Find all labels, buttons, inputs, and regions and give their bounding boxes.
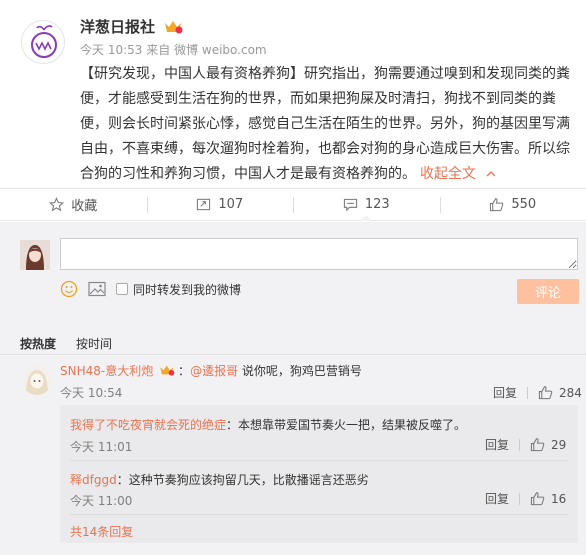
reply-thread: 我得了不吃夜宵就会死的绝症：本想靠带爱国节奏火一把，结果被反噬了。 今天 11:… xyxy=(60,405,578,543)
author-name-text[interactable]: 洋葱日报社 xyxy=(80,18,155,36)
comment-count: 123 xyxy=(364,197,390,212)
comment-sort-tabs: 按热度 按时间 xyxy=(20,335,132,352)
tab-sort-by-time[interactable]: 按时间 xyxy=(76,335,112,352)
divider xyxy=(0,354,586,355)
replier-name[interactable]: 我得了不吃夜宵就会死的绝症 xyxy=(70,418,226,432)
user-portrait-icon xyxy=(20,240,50,270)
comment-button[interactable]: 123 xyxy=(293,189,440,221)
post-body: 研究指出，狗需要通过嗅到和发现同类的粪便，才能感受到生活在狗的世界，而如果把狗屎… xyxy=(80,66,570,182)
composer-toolbar: 同时转发到我的微博 xyxy=(60,278,241,300)
divider xyxy=(519,438,521,451)
comment-ops: 回复 284 xyxy=(493,384,582,401)
reply-button[interactable]: 回复 xyxy=(493,384,517,401)
reply-ops: 回复 29 xyxy=(485,436,566,453)
view-all-replies-link[interactable]: 共14条回复 xyxy=(70,523,133,540)
comment-icon xyxy=(343,198,357,212)
comment-text: SNH48-意大利炮 ：@逶报哥 说你呢，狗鸡巴营销号 xyxy=(60,362,362,380)
reply-like-count: 29 xyxy=(551,437,567,452)
reply-text: ：本想靠带爱国节奏火一把，结果被反噬了。 xyxy=(226,418,467,432)
collapse-fulltext-link[interactable]: 收起全文 xyxy=(420,166,496,182)
thumbs-up-icon[interactable] xyxy=(530,437,545,452)
onion-logo-icon xyxy=(31,25,57,58)
mention-link[interactable]: @逶报哥 xyxy=(190,364,238,378)
like-button[interactable]: 550 xyxy=(439,189,586,220)
like-count: 550 xyxy=(511,197,537,212)
image-icon xyxy=(88,281,106,297)
comment-input[interactable] xyxy=(60,238,578,270)
commenter-avatar[interactable] xyxy=(22,365,52,395)
star-icon xyxy=(49,197,65,212)
tab-sort-by-hot[interactable]: 按热度 xyxy=(20,335,56,352)
anime-avatar-icon xyxy=(22,365,52,395)
author-avatar[interactable] xyxy=(21,20,65,64)
also-repost-checkbox[interactable] xyxy=(116,283,128,295)
chevron-up-icon xyxy=(486,171,496,177)
post-action-bar: 收藏 107 123 550 xyxy=(0,188,586,221)
reply-button[interactable]: 回复 xyxy=(485,490,509,507)
post-topic-tag: 【研究发现，中国人最有资格养狗】 xyxy=(80,66,304,82)
repost-count: 107 xyxy=(218,197,244,212)
reply-like-count: 16 xyxy=(551,491,567,506)
author-name[interactable]: 洋葱日报社 xyxy=(80,16,184,37)
also-repost-label[interactable]: 同时转发到我的微博 xyxy=(133,281,241,298)
submit-label[interactable]: 评论 xyxy=(535,282,561,301)
comment-time: 今天 10:54 xyxy=(60,386,123,400)
post-time[interactable]: 今天 10:53 xyxy=(80,43,142,57)
post-source[interactable]: 微博 weibo.com xyxy=(174,43,267,57)
post-meta: 今天 10:53 来自 微博 weibo.com xyxy=(80,41,267,58)
comment-body: 说你呢，狗鸡巴营销号 xyxy=(238,364,362,378)
reply-time: 今天 11:00 xyxy=(70,494,133,508)
thumbs-up-icon xyxy=(490,198,504,212)
divider xyxy=(70,460,568,461)
vip-badge-icon xyxy=(160,365,175,376)
divider xyxy=(70,514,568,515)
thumbs-up-icon[interactable] xyxy=(538,385,553,400)
verified-vip-icon xyxy=(165,21,183,34)
source-prefix: 来自 xyxy=(146,43,171,57)
repost-button[interactable]: 107 xyxy=(146,189,294,220)
reply-text: ：这种节奏狗应该拘留几天，比散播谣言还恶劣 xyxy=(116,473,369,487)
collapse-label[interactable]: 收起全文 xyxy=(420,166,476,182)
reply-time: 今天 11:01 xyxy=(70,440,133,454)
colon: ： xyxy=(178,364,191,378)
divider xyxy=(519,492,521,505)
current-user-avatar[interactable] xyxy=(20,240,50,270)
reply-item: 释dfggd：这种节奏狗应该拘留几天，比散播谣言还恶劣 xyxy=(70,471,369,488)
reply-button[interactable]: 回复 xyxy=(485,436,509,453)
submit-comment-button[interactable]: 评论 xyxy=(517,279,579,304)
replier-name[interactable]: 释dfggd xyxy=(70,473,117,487)
reply-ops: 回复 16 xyxy=(485,490,566,507)
divider xyxy=(527,386,529,399)
commenter-name[interactable]: SNH48-意大利炮 xyxy=(60,364,153,378)
image-upload-button[interactable] xyxy=(88,281,106,297)
comment-like-count: 284 xyxy=(559,385,582,400)
repost-icon xyxy=(197,198,211,211)
comments-section: 同时转发到我的微博 评论 按热度 按时间 SNH48-意大利炮 ：@逶报哥 说你… xyxy=(0,222,586,555)
emoji-button[interactable] xyxy=(60,280,78,298)
post-content: 【研究发现，中国人最有资格养狗】研究指出，狗需要通过嗅到和发现同类的粪便，才能感… xyxy=(80,62,574,187)
reply-item: 我得了不吃夜宵就会死的绝症：本想靠带爱国节奏火一把，结果被反噬了。 xyxy=(70,416,466,433)
weibo-post: 洋葱日报社 今天 10:53 来自 微博 weibo.com 【研究发现，中国人… xyxy=(0,0,586,188)
favorite-button[interactable]: 收藏 xyxy=(0,189,147,220)
thumbs-up-icon[interactable] xyxy=(530,491,545,506)
favorite-label: 收藏 xyxy=(71,199,98,214)
smiley-icon xyxy=(60,280,78,298)
